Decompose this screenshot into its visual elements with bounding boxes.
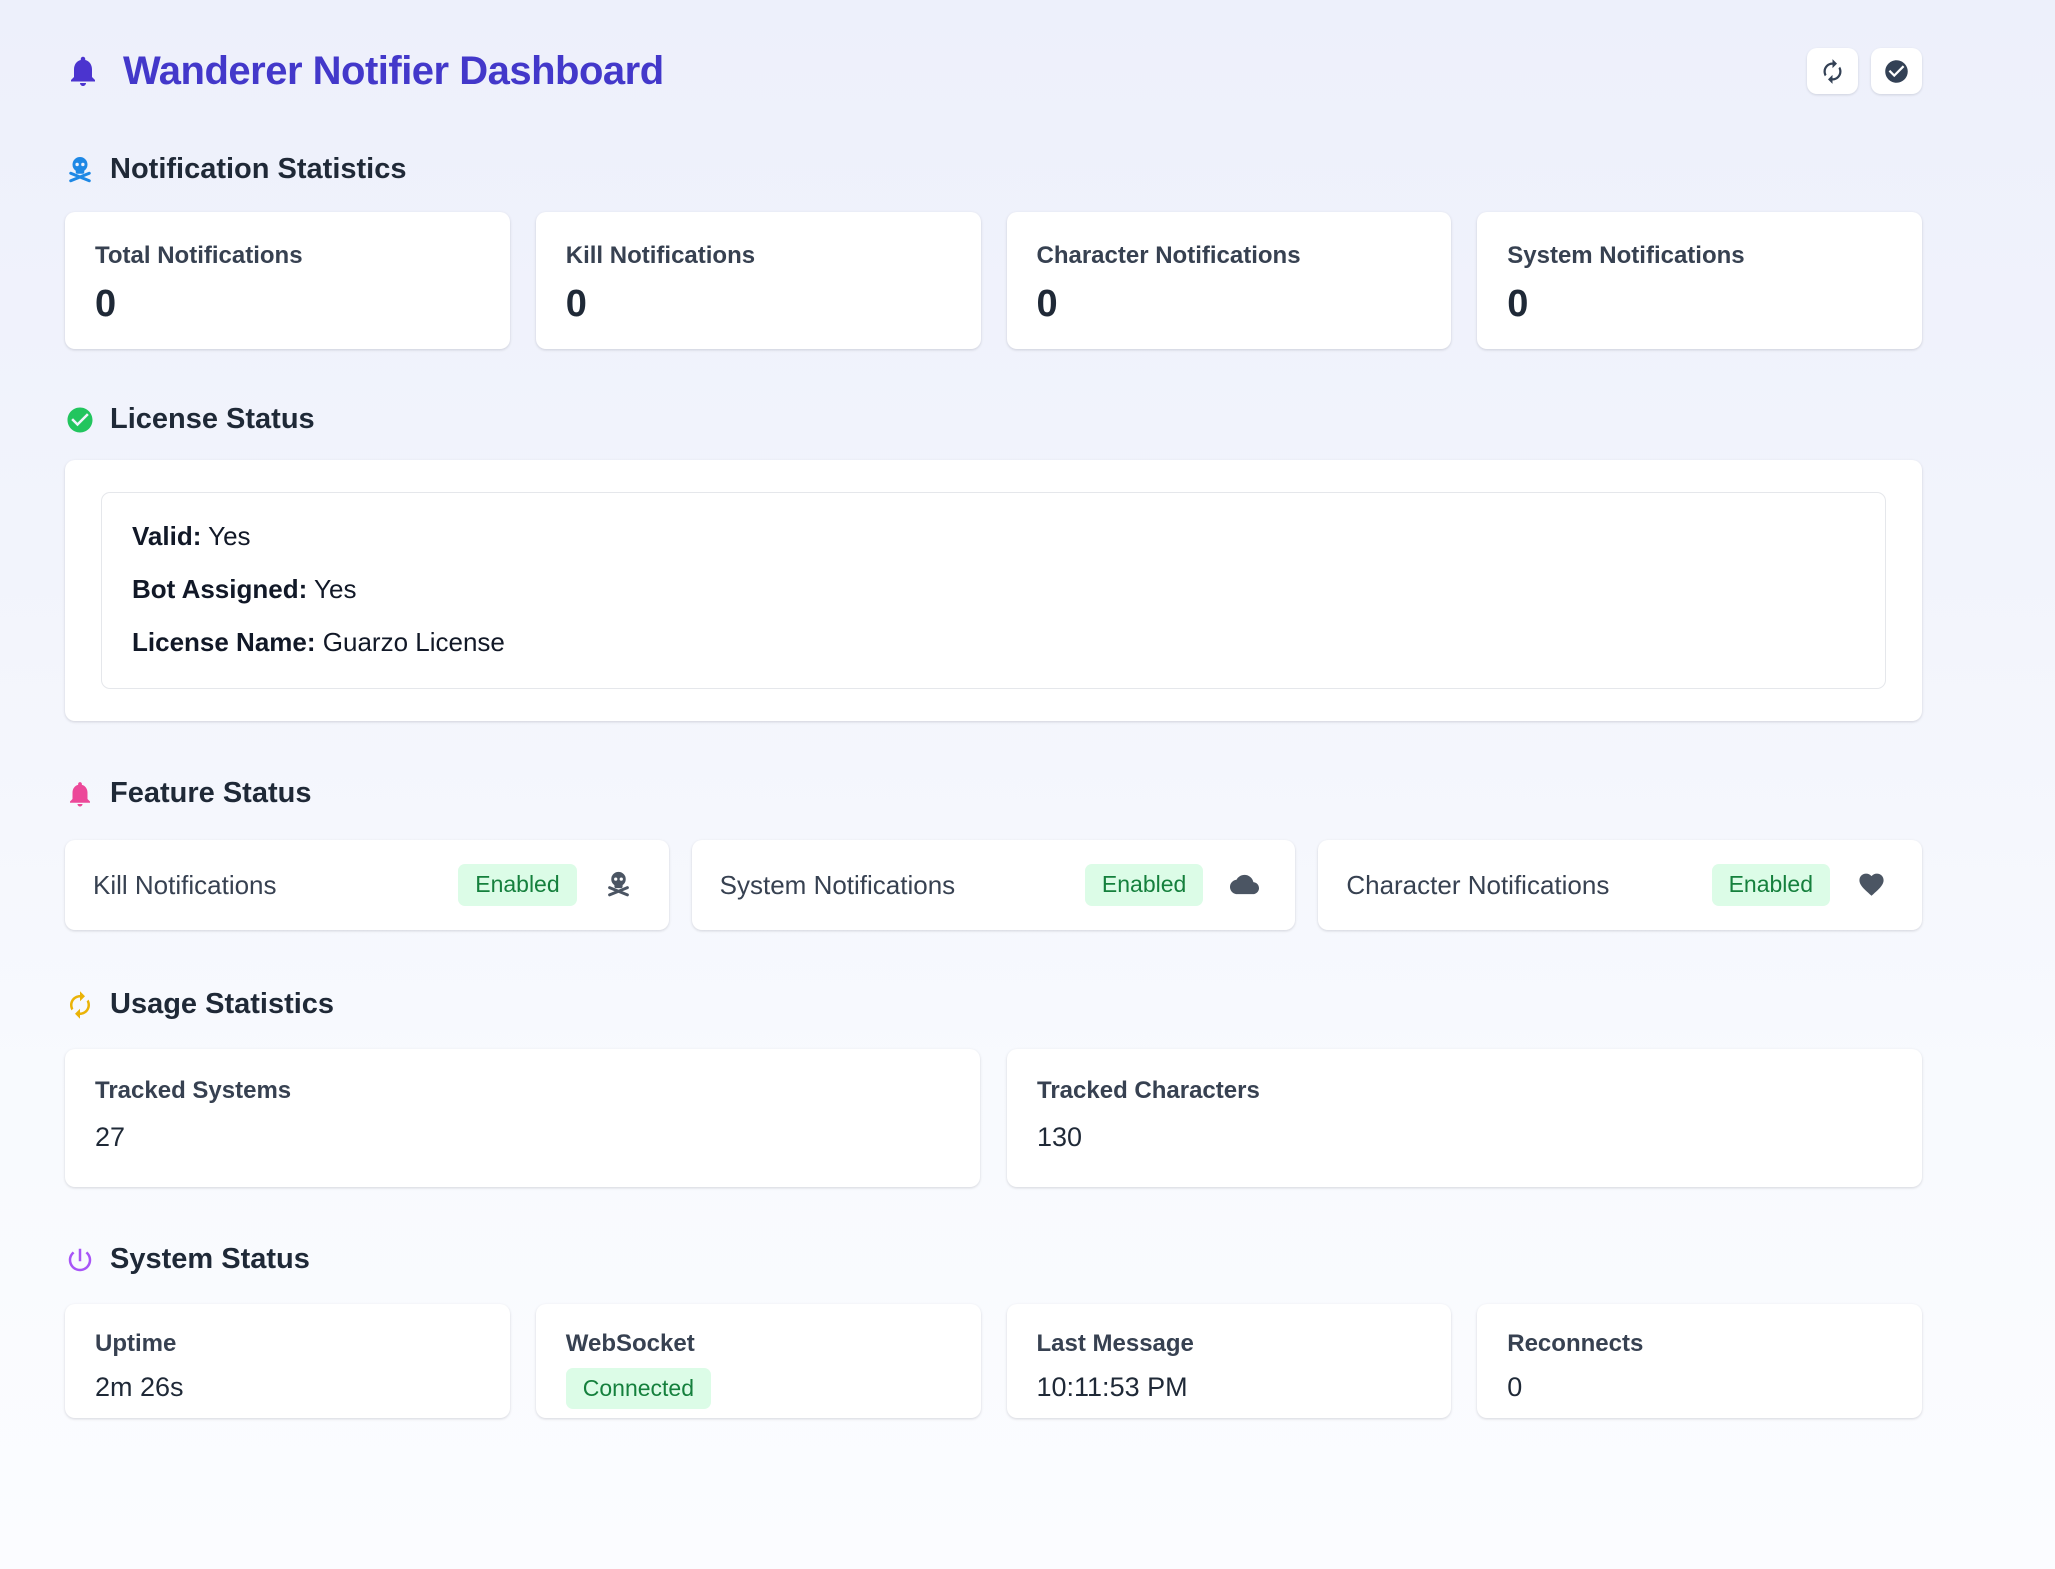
sync-icon: [65, 990, 95, 1020]
dashboard-page: Wanderer Notifier Dashboard Notification…: [0, 0, 2055, 1418]
page-title: Wanderer Notifier Dashboard: [123, 49, 664, 94]
usage-value: 27: [95, 1122, 950, 1153]
system-card-last-message: Last Message 10:11:53 PM: [1007, 1304, 1452, 1418]
stat-value: 0: [95, 283, 480, 326]
stat-label: Total Notifications: [95, 242, 480, 270]
license-details-box: Valid: Yes Bot Assigned: Yes License Nam…: [101, 492, 1886, 689]
license-field-label: Valid:: [132, 521, 201, 551]
license-valid-line: Valid: Yes: [132, 521, 1855, 552]
system-label: Last Message: [1037, 1330, 1422, 1358]
status-badge: Enabled: [1712, 864, 1830, 905]
feature-status-grid: Kill Notifications Enabled System Notifi…: [65, 840, 1922, 930]
stat-value: 0: [1507, 283, 1892, 326]
usage-label: Tracked Characters: [1037, 1077, 1892, 1105]
feature-status-header: Feature Status: [65, 777, 1922, 810]
license-bot-assigned-line: Bot Assigned: Yes: [132, 574, 1855, 605]
usage-value: 130: [1037, 1122, 1892, 1153]
system-status-header: System Status: [65, 1243, 1922, 1276]
stat-value: 0: [566, 283, 951, 326]
bell-icon: [65, 53, 101, 89]
license-field-label: License Name:: [132, 627, 316, 657]
section-title: Usage Statistics: [110, 988, 334, 1021]
stat-card-system-notifications: System Notifications 0: [1477, 212, 1922, 349]
refresh-icon: [1819, 58, 1846, 85]
section-title: Notification Statistics: [110, 153, 407, 186]
stat-value: 0: [1037, 283, 1422, 326]
section-title: Feature Status: [110, 777, 311, 810]
license-status-header: License Status: [65, 403, 1922, 436]
license-field-value: Yes: [314, 574, 356, 604]
heart-icon: [1857, 870, 1886, 899]
bell-icon: [65, 779, 95, 809]
usage-statistics-header: Usage Statistics: [65, 988, 1922, 1021]
feature-label: Kill Notifications: [93, 870, 458, 901]
check-circle-icon: [65, 405, 95, 435]
feature-label: Character Notifications: [1346, 870, 1711, 901]
license-field-value: Yes: [208, 521, 250, 551]
stat-label: Kill Notifications: [566, 242, 951, 270]
stat-card-total-notifications: Total Notifications 0: [65, 212, 510, 349]
section-title: License Status: [110, 403, 315, 436]
websocket-status-badge: Connected: [566, 1368, 711, 1409]
section-title: System Status: [110, 1243, 310, 1276]
system-card-websocket: WebSocket Connected: [536, 1304, 981, 1418]
refresh-button[interactable]: [1807, 48, 1858, 94]
feature-card-system-notifications: System Notifications Enabled: [692, 840, 1296, 930]
stat-label: Character Notifications: [1037, 242, 1422, 270]
usage-stats-grid: Tracked Systems 27 Tracked Characters 13…: [65, 1049, 1922, 1187]
system-label: WebSocket: [566, 1330, 951, 1358]
system-label: Reconnects: [1507, 1330, 1892, 1358]
system-status-grid: Uptime 2m 26s WebSocket Connected Last M…: [65, 1304, 1922, 1418]
check-circle-icon: [1883, 58, 1910, 85]
license-field-value: Guarzo License: [323, 627, 505, 657]
system-value: 2m 26s: [95, 1372, 480, 1403]
system-label: Uptime: [95, 1330, 480, 1358]
feature-card-character-notifications: Character Notifications Enabled: [1318, 840, 1922, 930]
system-card-uptime: Uptime 2m 26s: [65, 1304, 510, 1418]
license-name-line: License Name: Guarzo License: [132, 627, 1855, 658]
license-field-label: Bot Assigned:: [132, 574, 307, 604]
cloud-icon: [1230, 870, 1259, 899]
status-ok-button[interactable]: [1871, 48, 1922, 94]
stat-card-character-notifications: Character Notifications 0: [1007, 212, 1452, 349]
stat-label: System Notifications: [1507, 242, 1892, 270]
header-actions: [1807, 48, 1922, 94]
power-icon: [65, 1245, 95, 1275]
stat-card-kill-notifications: Kill Notifications 0: [536, 212, 981, 349]
license-card: Valid: Yes Bot Assigned: Yes License Nam…: [65, 460, 1922, 721]
system-card-reconnects: Reconnects 0: [1477, 1304, 1922, 1418]
usage-card-tracked-characters: Tracked Characters 130: [1007, 1049, 1922, 1187]
usage-label: Tracked Systems: [95, 1077, 950, 1105]
notification-stats-grid: Total Notifications 0 Kill Notifications…: [65, 212, 1922, 349]
skull-crossbones-icon: [65, 155, 95, 185]
skull-crossbones-icon: [604, 870, 633, 899]
status-badge: Enabled: [1085, 864, 1203, 905]
notification-statistics-header: Notification Statistics: [65, 153, 1922, 186]
status-badge: Enabled: [458, 864, 576, 905]
feature-label: System Notifications: [720, 870, 1085, 901]
system-value: 10:11:53 PM: [1037, 1372, 1422, 1403]
app-header: Wanderer Notifier Dashboard: [65, 45, 1922, 97]
usage-card-tracked-systems: Tracked Systems 27: [65, 1049, 980, 1187]
system-value: 0: [1507, 1372, 1892, 1403]
feature-card-kill-notifications: Kill Notifications Enabled: [65, 840, 669, 930]
